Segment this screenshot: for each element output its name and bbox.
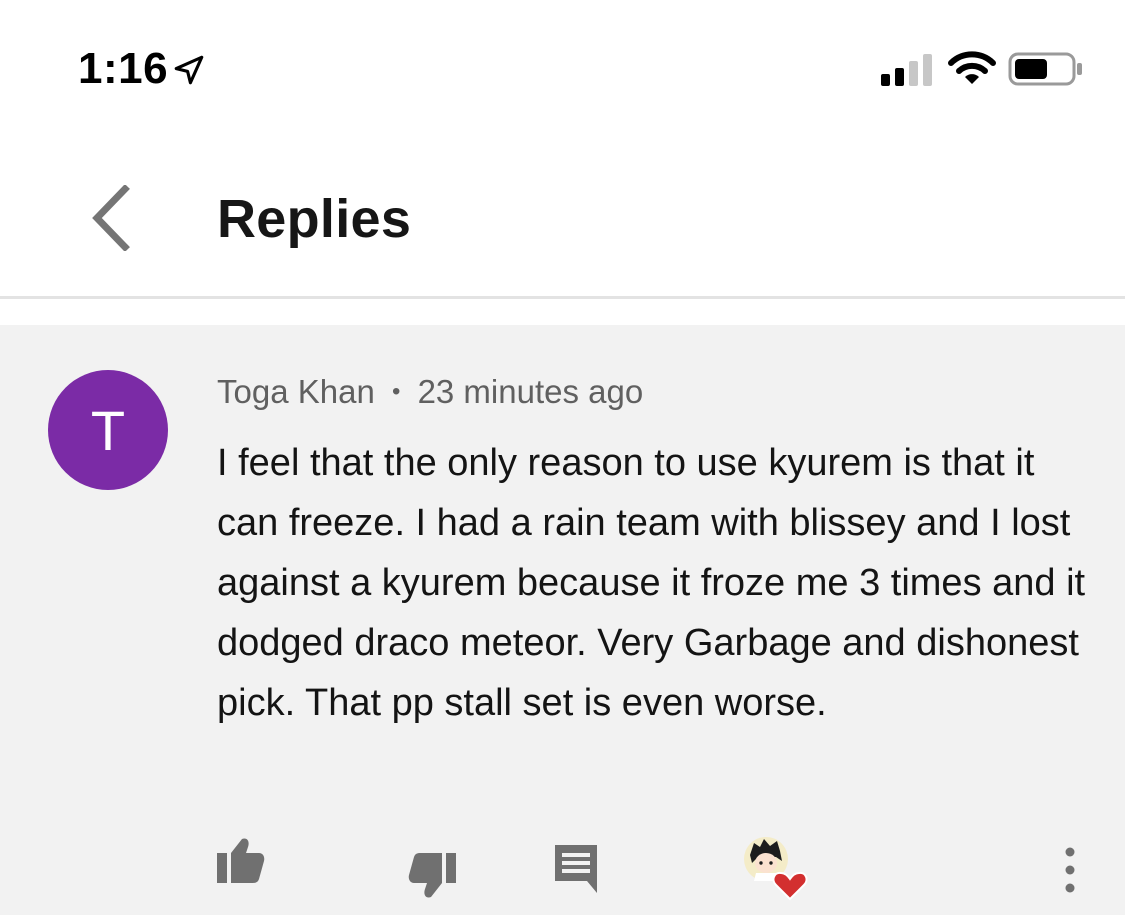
reply-comment-icon[interactable] — [553, 843, 599, 893]
location-arrow-icon — [174, 55, 204, 85]
comment-text: I feel that the only reason to use kyure… — [217, 442, 1086, 724]
signal-bars-icon — [881, 54, 932, 86]
status-time: 1:16 — [78, 44, 169, 93]
avatar-letter: T — [90, 398, 126, 462]
wifi-icon — [948, 51, 996, 84]
battery-icon — [1008, 52, 1082, 86]
header: Replies — [0, 150, 1125, 298]
thumbs-down-icon[interactable] — [406, 849, 460, 901]
creator-heart-icon — [744, 837, 808, 901]
header-divider — [0, 296, 1125, 299]
comment-author[interactable]: Toga Khan — [217, 373, 375, 410]
back-button[interactable] — [78, 180, 144, 256]
status-bar: 1:16 — [0, 0, 1125, 130]
comment-item: T Toga Khan • 23 minutes ago I feel that… — [0, 325, 1125, 915]
meta-separator: • — [391, 378, 401, 405]
thumbs-up-icon[interactable] — [213, 835, 267, 887]
comment-actions — [0, 835, 1125, 905]
comment-meta: Toga Khan • 23 minutes ago — [217, 373, 643, 411]
avatar[interactable]: T — [48, 370, 168, 490]
more-vertical-icon[interactable] — [1055, 840, 1085, 900]
page-title: Replies — [217, 189, 412, 249]
comment-time: 23 minutes ago — [417, 373, 644, 410]
chevron-left-icon — [92, 185, 130, 251]
